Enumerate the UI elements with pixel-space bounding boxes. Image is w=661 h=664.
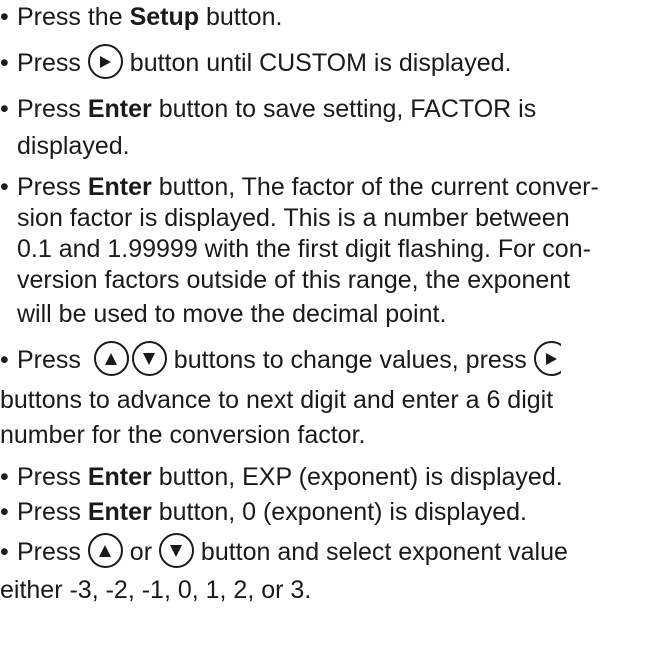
step-text: Press [17,346,88,374]
step-4: • Press Enter button, The factor of the c… [0,172,599,202]
step-text: button, EXP (exponent) is displayed. [151,463,563,491]
step-7: • Press Enter button, 0 (exponent) is dis… [0,497,527,527]
right-arrow-icon [87,44,123,80]
step-text: button and select exponent value [193,538,568,566]
step-text: button. [199,3,283,31]
right-arrow-icon-wrap [533,341,561,377]
step-text: button, The factor of the current conver… [151,173,599,201]
step-text: button to save setting, FACTOR is [151,95,537,123]
setup-label: Setup [129,3,200,31]
enter-label: Enter [87,498,152,526]
up-arrow-icon [87,533,123,569]
bullet: • [0,173,9,201]
bullet: • [0,498,9,526]
right-arrow-icon [533,341,561,377]
step-1: • Press the Setup button. [0,2,282,32]
step-5-cont-2: number for the conversion factor. [0,421,366,449]
step-2: • Press button until CUSTOM is displayed. [0,44,512,80]
instruction-list: • Press the Setup button. • Press button u… [0,0,661,664]
step-text: Press [17,463,88,491]
step-text: Press [17,538,88,566]
step-8: • Press or button and select exponent val… [0,533,568,569]
down-arrow-icon [158,533,194,569]
down-arrow-icon [131,341,167,377]
step-5: • Press buttons to change values, press [0,341,561,377]
step-text: Press the [17,3,130,31]
step-text: buttons to change values, press [166,346,534,374]
step-4-cont-2: 0.1 and 1.99999 with the first digit fla… [17,235,591,263]
step-text: Press [17,498,88,526]
step-8-cont: either -3, -2, -1, 0, 1, 2, or 3. [0,576,312,604]
step-4-cont-1: sion factor is displayed. This is a numb… [17,204,570,232]
step-text: Press [17,95,88,123]
step-3: • Press Enter button to save setting, FAC… [0,94,536,124]
bullet: • [0,3,9,31]
bullet: • [0,95,9,123]
step-text: button, 0 (exponent) is displayed. [151,498,527,526]
bullet: • [0,463,9,491]
enter-label: Enter [87,463,152,491]
bullet: • [0,49,9,77]
step-6: • Press Enter button, EXP (exponent) is d… [0,462,563,492]
step-5-cont-1: buttons to advance to next digit and ent… [0,386,554,414]
enter-label: Enter [87,95,152,123]
step-text: button until CUSTOM is displayed. [122,49,512,77]
step-4-cont-4: will be used to move the decimal point. [17,300,447,328]
enter-label: Enter [87,173,152,201]
step-text: Press [17,173,88,201]
step-3-cont: displayed. [17,132,130,160]
bullet: • [0,538,9,566]
bullet: • [0,346,9,374]
step-4-cont-3: version factors outside of this range, t… [17,266,571,294]
up-arrow-icon [93,341,129,377]
step-text: Press [17,49,88,77]
step-text: or [122,538,159,566]
